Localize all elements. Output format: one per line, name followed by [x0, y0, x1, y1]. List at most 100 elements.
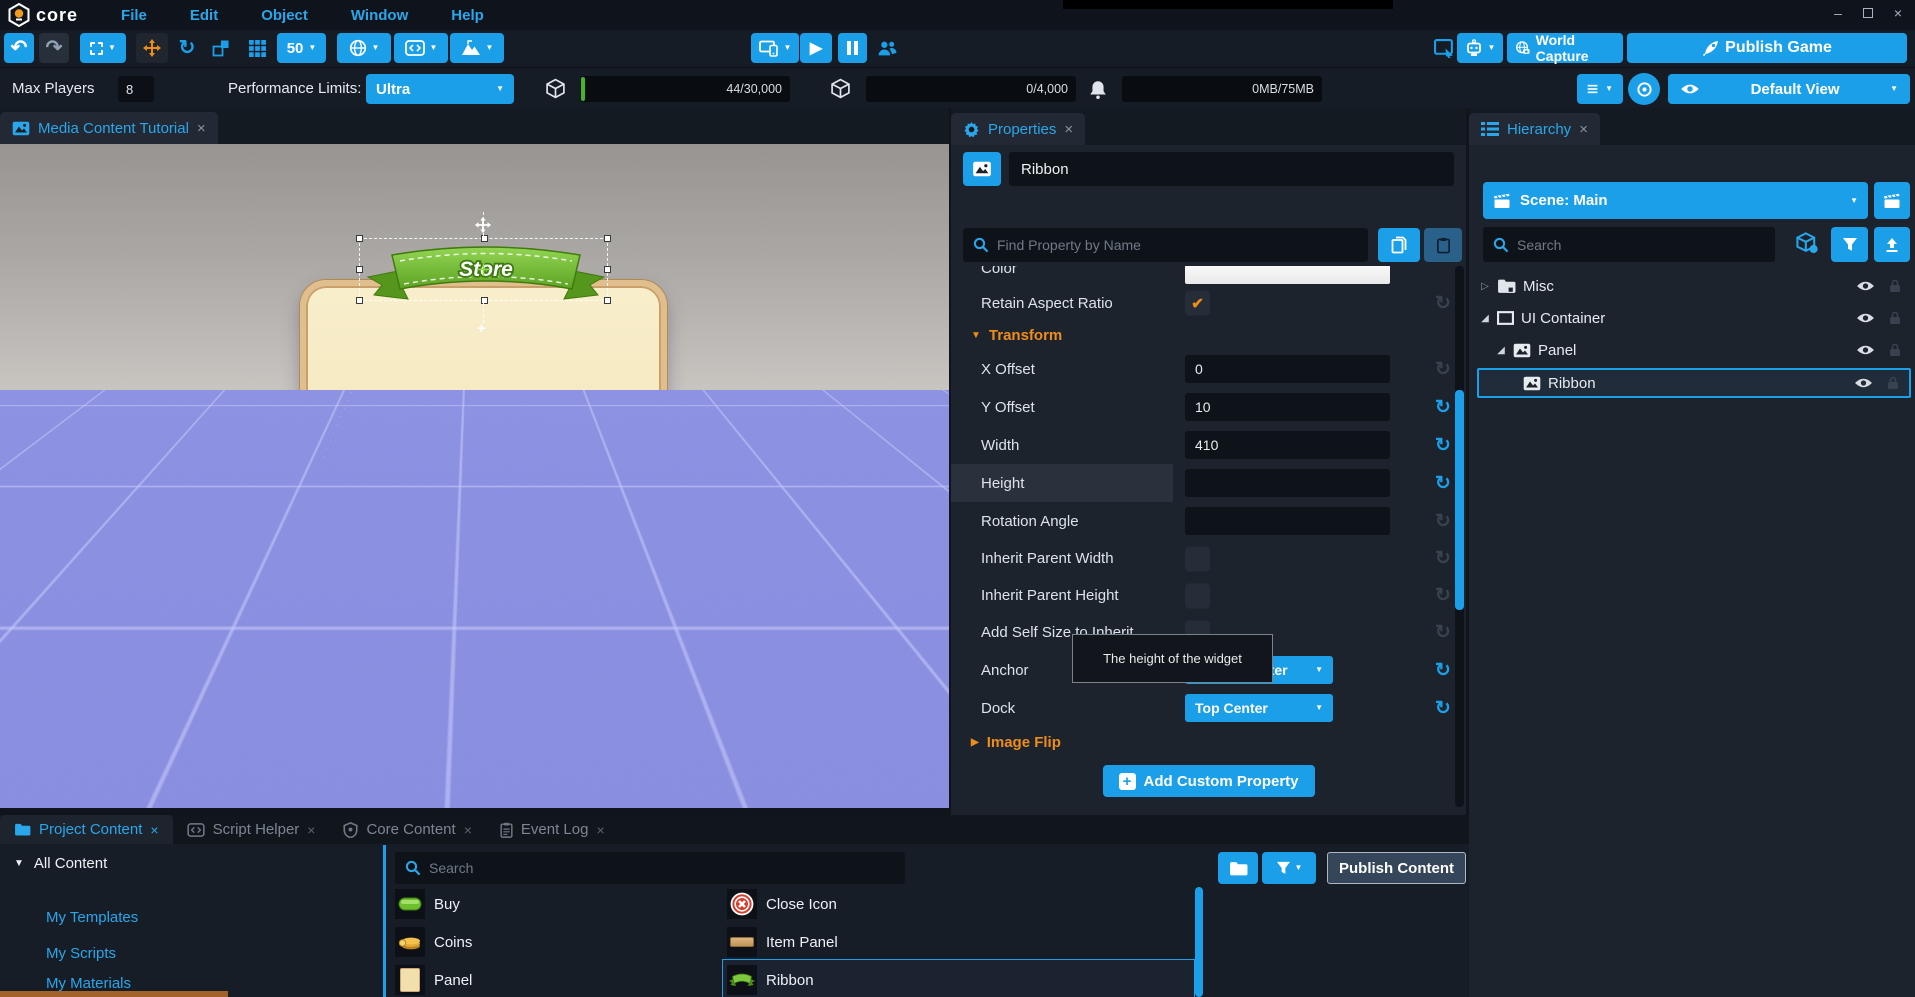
terrain-dropdown[interactable]: ▼ — [450, 33, 504, 63]
height-input[interactable] — [1185, 469, 1390, 497]
selection-handle[interactable] — [604, 266, 611, 273]
maximize-button[interactable] — [1863, 8, 1873, 18]
world-capture-button[interactable]: World Capture — [1507, 33, 1623, 63]
script-dropdown[interactable]: ▼ — [394, 33, 448, 63]
y-offset-input[interactable]: 10 — [1185, 393, 1390, 421]
sidebar-item-my-scripts[interactable]: My Scripts — [46, 945, 116, 962]
tab-core-content[interactable]: Core Content × — [329, 815, 485, 844]
undo-button[interactable]: ↶ — [4, 33, 34, 63]
object-type-image-button[interactable] — [963, 152, 1001, 186]
selection-handle[interactable] — [604, 235, 611, 242]
tab-project-content[interactable]: Project Content × — [0, 815, 173, 844]
selection-handle[interactable] — [481, 235, 488, 242]
menu-object[interactable]: Object — [261, 7, 308, 24]
property-search-input[interactable] — [997, 237, 1358, 253]
menu-file[interactable]: File — [121, 7, 147, 24]
reset-icon[interactable]: ↺ — [1435, 547, 1451, 570]
screen-share-button[interactable] — [1430, 33, 1458, 63]
selection-handle[interactable] — [604, 297, 611, 304]
selection-handle[interactable] — [356, 266, 363, 273]
sidebar-item-my-materials[interactable]: My Materials — [46, 975, 131, 992]
lock-icon[interactable] — [1889, 311, 1901, 325]
sidebar-divider[interactable] — [383, 845, 386, 997]
lock-icon[interactable] — [1889, 343, 1901, 357]
lock-icon[interactable] — [1889, 279, 1901, 293]
multiplayer-preview-button[interactable] — [872, 33, 902, 63]
grid-size-dropdown[interactable]: 50 ▼ — [277, 33, 326, 63]
menu-edit[interactable]: Edit — [190, 7, 218, 24]
close-tab-icon[interactable]: × — [464, 822, 472, 838]
reset-icon[interactable]: ↺ — [1435, 358, 1451, 381]
menu-help[interactable]: Help — [451, 7, 484, 24]
focus-target-button[interactable] — [1628, 73, 1660, 105]
tree-expanded-icon[interactable]: ◢ — [1477, 313, 1493, 324]
hierarchy-export-button[interactable] — [1874, 227, 1910, 262]
scale-tool-button[interactable] — [206, 33, 236, 63]
close-tab-icon[interactable]: × — [1579, 121, 1588, 138]
sidebar-item-my-templates[interactable]: My Templates — [46, 909, 138, 926]
paste-properties-button[interactable] — [1424, 228, 1462, 262]
retain-aspect-checkbox[interactable]: ✔ — [1185, 291, 1210, 316]
width-input[interactable]: 410 — [1185, 431, 1390, 459]
rotation-angle-input[interactable] — [1185, 507, 1390, 535]
grid-snap-button[interactable] — [243, 33, 271, 63]
close-tab-icon[interactable]: × — [150, 822, 158, 838]
scene-selector-dropdown[interactable]: Scene: Main ▼ — [1483, 182, 1868, 219]
redo-button[interactable]: ↷ — [39, 33, 69, 63]
performance-limits-dropdown[interactable]: Ultra ▼ — [366, 74, 514, 104]
reset-icon[interactable]: ↺ — [1435, 510, 1451, 533]
tree-collapsed-icon[interactable]: ▷ — [1477, 281, 1493, 292]
tab-media-content-tutorial[interactable]: Media Content Tutorial × — [0, 112, 218, 144]
tab-script-helper[interactable]: Script Helper × — [173, 815, 330, 844]
content-search[interactable] — [395, 852, 905, 884]
reset-icon[interactable]: ↺ — [1435, 659, 1451, 682]
reset-icon[interactable]: ↺ — [1435, 292, 1451, 315]
view-layers-dropdown[interactable]: ▼ — [1577, 74, 1623, 104]
play-button[interactable]: ▶ — [800, 33, 832, 63]
package-filter-icon[interactable] — [1795, 232, 1819, 254]
hierarchy-search-input[interactable] — [1517, 237, 1765, 253]
move-gizmo-icon[interactable] — [474, 216, 492, 234]
menu-window[interactable]: Window — [351, 7, 408, 24]
tab-event-log[interactable]: Event Log × — [486, 815, 619, 844]
property-search[interactable] — [963, 228, 1368, 262]
properties-scrollbar[interactable] — [1455, 266, 1464, 807]
reset-icon[interactable]: ↺ — [1435, 472, 1451, 495]
tree-item-misc[interactable]: ▷ Misc — [1477, 272, 1911, 300]
minimize-button[interactable]: – — [1831, 6, 1845, 20]
x-offset-input[interactable]: 0 — [1185, 355, 1390, 383]
content-item-buy[interactable]: Buy — [395, 889, 460, 919]
sidebar-item-all-content[interactable]: ▼ All Content — [14, 855, 107, 872]
hierarchy-filter-button[interactable] — [1831, 227, 1868, 262]
content-item-close-icon[interactable]: Close Icon — [727, 889, 837, 919]
reset-icon[interactable]: ↺ — [1435, 697, 1451, 720]
content-search-input[interactable] — [429, 860, 895, 876]
close-tab-icon[interactable]: × — [307, 822, 315, 838]
color-swatch[interactable] — [1185, 266, 1390, 284]
visibility-eye-icon[interactable] — [1856, 280, 1875, 292]
tab-properties[interactable]: Properties × — [951, 113, 1085, 145]
selection-handle[interactable] — [356, 235, 363, 242]
publish-content-button[interactable]: Publish Content — [1327, 852, 1466, 884]
content-item-ribbon[interactable]: Ribbon — [727, 965, 814, 995]
reset-icon[interactable]: ↺ — [1435, 621, 1451, 644]
section-image-flip[interactable]: ▶ Image Flip — [951, 727, 1454, 757]
select-tool-button[interactable]: ▼ — [80, 33, 126, 63]
reset-icon[interactable]: ↺ — [1435, 584, 1451, 607]
rotate-tool-button[interactable]: ↻ — [172, 33, 202, 63]
content-item-coins[interactable]: Coins — [395, 927, 472, 957]
hierarchy-search[interactable] — [1483, 227, 1775, 262]
content-item-panel[interactable]: Panel — [395, 965, 472, 995]
publish-game-button[interactable]: Publish Game — [1627, 33, 1907, 63]
visibility-eye-icon[interactable] — [1856, 344, 1875, 356]
content-item-item-panel[interactable]: Item Panel — [727, 927, 838, 957]
inherit-parent-height-checkbox[interactable] — [1185, 583, 1210, 608]
lock-icon[interactable] — [1887, 376, 1899, 390]
object-name-field[interactable]: Ribbon — [1009, 152, 1454, 186]
tree-item-panel[interactable]: ◢ Panel — [1477, 336, 1911, 364]
scene-3d-view[interactable]: Store + Z — [0, 144, 949, 808]
close-window-button[interactable]: × — [1891, 6, 1905, 20]
copy-properties-button[interactable] — [1378, 228, 1420, 262]
close-tab-icon[interactable]: × — [197, 120, 206, 137]
open-folder-button[interactable] — [1218, 852, 1258, 884]
